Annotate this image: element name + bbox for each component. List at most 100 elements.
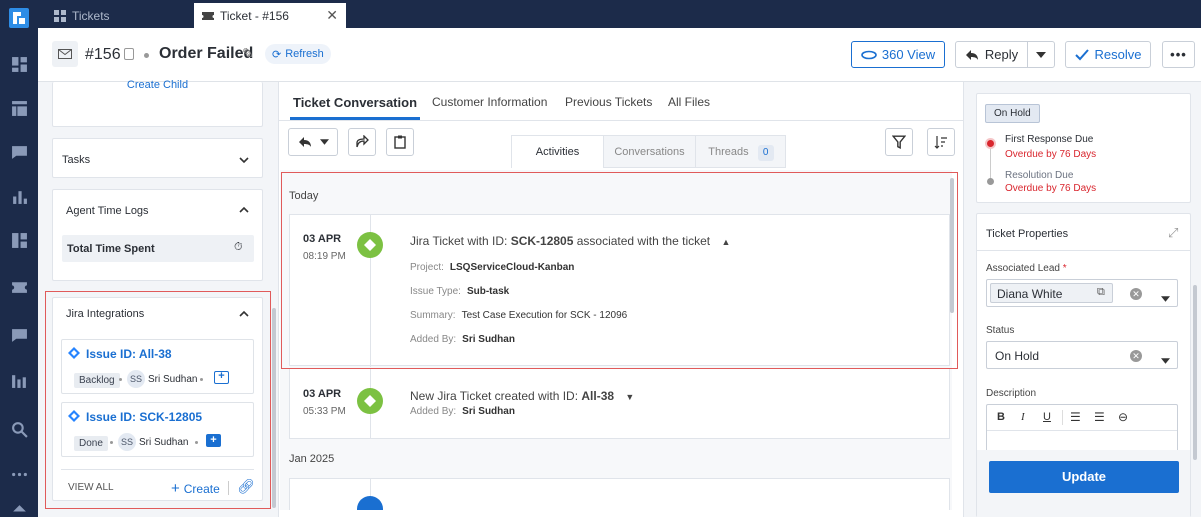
update-button[interactable]: Update bbox=[989, 461, 1179, 493]
activity-time: 05:33 PM bbox=[303, 406, 346, 417]
bullet-list-icon[interactable]: ☰ bbox=[1094, 410, 1105, 424]
create-jira-button[interactable]: + Create bbox=[171, 480, 220, 497]
sort-button[interactable] bbox=[927, 128, 955, 156]
tab-all-files[interactable]: All Files bbox=[668, 95, 710, 109]
reply-action-button[interactable] bbox=[288, 128, 338, 156]
tab-ticket-conversation[interactable]: Ticket Conversation bbox=[290, 95, 420, 120]
user-icon[interactable] bbox=[11, 503, 28, 517]
reply-button[interactable]: Reply bbox=[955, 41, 1028, 68]
headline-id[interactable]: SCK-12805 bbox=[511, 234, 574, 248]
subtab-conversations[interactable]: Conversations bbox=[604, 136, 696, 168]
tasks-section[interactable]: Tasks bbox=[52, 138, 263, 178]
copy-icon[interactable] bbox=[124, 48, 134, 60]
issue-type-row: Issue Type: Sub-task bbox=[410, 286, 509, 297]
chevron-up-icon[interactable] bbox=[239, 204, 249, 218]
chevron-down-icon bbox=[319, 139, 329, 145]
tab-customer-information[interactable]: Customer Information bbox=[432, 95, 547, 109]
tab-previous-tickets[interactable]: Previous Tickets bbox=[565, 95, 652, 109]
italic-icon[interactable]: I bbox=[1021, 411, 1025, 423]
table-icon[interactable] bbox=[11, 100, 28, 117]
subtab-threads[interactable]: Threads 0 bbox=[696, 136, 786, 168]
chevron-up-icon[interactable] bbox=[239, 308, 249, 322]
project-row: Project: LSQServiceCloud-Kanban bbox=[410, 262, 574, 273]
dashboard-icon[interactable] bbox=[11, 56, 28, 73]
chevron-down-icon[interactable] bbox=[239, 154, 249, 168]
left-panel-scrollbar[interactable] bbox=[272, 308, 276, 508]
activity-date: 03 APR bbox=[303, 388, 342, 400]
status-badge: Backlog bbox=[74, 373, 120, 388]
chevron-down-icon[interactable] bbox=[1161, 291, 1170, 305]
summary-row: Summary: Test Case Execution for SCK - 12… bbox=[410, 310, 627, 321]
properties-title: Ticket Properties bbox=[986, 228, 1069, 240]
filter-icon bbox=[892, 135, 906, 149]
search-icon[interactable] bbox=[11, 421, 28, 438]
jira-issue-card[interactable]: Issue ID: SCK-12805 Done SS Sri Sudhan + bbox=[61, 402, 254, 457]
chat-icon[interactable] bbox=[11, 144, 28, 161]
activity-item: 03 APR 08:19 PM Jira Ticket with ID: SCK… bbox=[289, 214, 950, 367]
clear-icon[interactable]: ✕ bbox=[1130, 288, 1142, 300]
note-button[interactable] bbox=[386, 128, 414, 156]
ticket-icon[interactable] bbox=[11, 279, 28, 296]
open-link-icon[interactable]: ⧉ bbox=[1097, 286, 1105, 299]
view-all-link[interactable]: VIEW ALL bbox=[68, 482, 114, 493]
sla-dot-grey bbox=[987, 178, 994, 185]
forward-button[interactable] bbox=[348, 128, 376, 156]
headline-text: Jira Ticket with ID: bbox=[410, 234, 511, 248]
more-actions-button[interactable]: ••• bbox=[1162, 41, 1195, 68]
tab-ticket-156[interactable]: Ticket - #156 ✕ bbox=[194, 3, 346, 28]
chevron-down-icon[interactable] bbox=[1161, 353, 1170, 367]
refresh-button[interactable]: ⟳ Refresh bbox=[265, 44, 331, 64]
lead-chip[interactable]: Diana White ⧉ bbox=[990, 283, 1113, 303]
total-time-label: Total Time Spent bbox=[67, 243, 155, 255]
clear-icon[interactable]: ✕ bbox=[1130, 350, 1142, 362]
create-child-link[interactable]: Create Child bbox=[53, 79, 262, 91]
status-select[interactable]: On Hold ✕ bbox=[986, 341, 1178, 369]
field-label: Associated Lead bbox=[986, 263, 1060, 274]
feed-scrollbar[interactable] bbox=[950, 178, 954, 313]
separator-dot bbox=[119, 378, 122, 381]
field-value: Sub-task bbox=[466, 286, 510, 297]
divider bbox=[228, 481, 229, 495]
reply-icon bbox=[298, 137, 311, 147]
view-360-button[interactable]: 360 View bbox=[851, 41, 945, 68]
more-icon[interactable] bbox=[11, 466, 28, 483]
agent-time-logs-section: Agent Time Logs Total Time Spent ⏱ bbox=[52, 189, 263, 281]
edit-icon[interactable]: ✎ bbox=[242, 45, 254, 62]
add-comment-icon[interactable]: + bbox=[214, 371, 229, 384]
subtab-activities[interactable]: Activities bbox=[512, 136, 604, 168]
headline-id[interactable]: All-38 bbox=[581, 389, 614, 403]
resolve-button[interactable]: Resolve bbox=[1065, 41, 1151, 68]
rotate-360-icon bbox=[861, 50, 877, 59]
section-jan-2025: Jan 2025 bbox=[289, 453, 335, 465]
reports-icon[interactable] bbox=[11, 188, 28, 205]
right-panel-scrollbar[interactable] bbox=[1193, 285, 1197, 460]
caret-up-icon[interactable]: ▲ bbox=[721, 237, 730, 247]
analytics-icon[interactable] bbox=[11, 372, 28, 389]
jira-issue-id[interactable]: Issue ID: SCK-12805 bbox=[86, 410, 202, 424]
tab-tickets[interactable]: Tickets bbox=[46, 3, 194, 28]
jira-issue-card[interactable]: Issue ID: All-38 Backlog SS Sri Sudhan + bbox=[61, 339, 254, 394]
stopwatch-icon[interactable]: ⏱ bbox=[234, 241, 243, 254]
description-editor[interactable]: B I U ☰ ☰ ⊖ bbox=[986, 404, 1178, 454]
link-icon[interactable]: ⊖ bbox=[1118, 410, 1128, 424]
underline-icon[interactable]: U bbox=[1043, 411, 1051, 423]
ticket-number: #156 bbox=[85, 46, 121, 63]
app-logo[interactable] bbox=[9, 8, 29, 28]
sla-line bbox=[990, 149, 991, 179]
reply-dropdown-button[interactable] bbox=[1027, 41, 1055, 68]
layout-icon[interactable] bbox=[11, 232, 28, 249]
expand-icon[interactable]: ⤢ bbox=[1168, 225, 1178, 241]
link-icon[interactable]: 🔗︎ bbox=[237, 478, 255, 495]
message-icon[interactable] bbox=[11, 327, 28, 344]
bold-icon[interactable]: B bbox=[997, 411, 1005, 423]
filter-button[interactable] bbox=[885, 128, 913, 156]
ordered-list-icon[interactable]: ☰ bbox=[1070, 410, 1081, 424]
add-comment-icon[interactable]: + bbox=[206, 434, 221, 447]
caret-down-icon[interactable]: ▼ bbox=[625, 392, 634, 402]
associated-lead-field[interactable]: Diana White ⧉ ✕ bbox=[986, 279, 1178, 307]
description-label: Description bbox=[986, 388, 1037, 399]
jira-issue-id[interactable]: Issue ID: All-38 bbox=[86, 347, 172, 361]
divider bbox=[977, 250, 1190, 251]
close-icon[interactable]: ✕ bbox=[326, 7, 338, 24]
ticket-properties-card: Ticket Properties ⤢ Associated Lead * Di… bbox=[976, 213, 1191, 517]
